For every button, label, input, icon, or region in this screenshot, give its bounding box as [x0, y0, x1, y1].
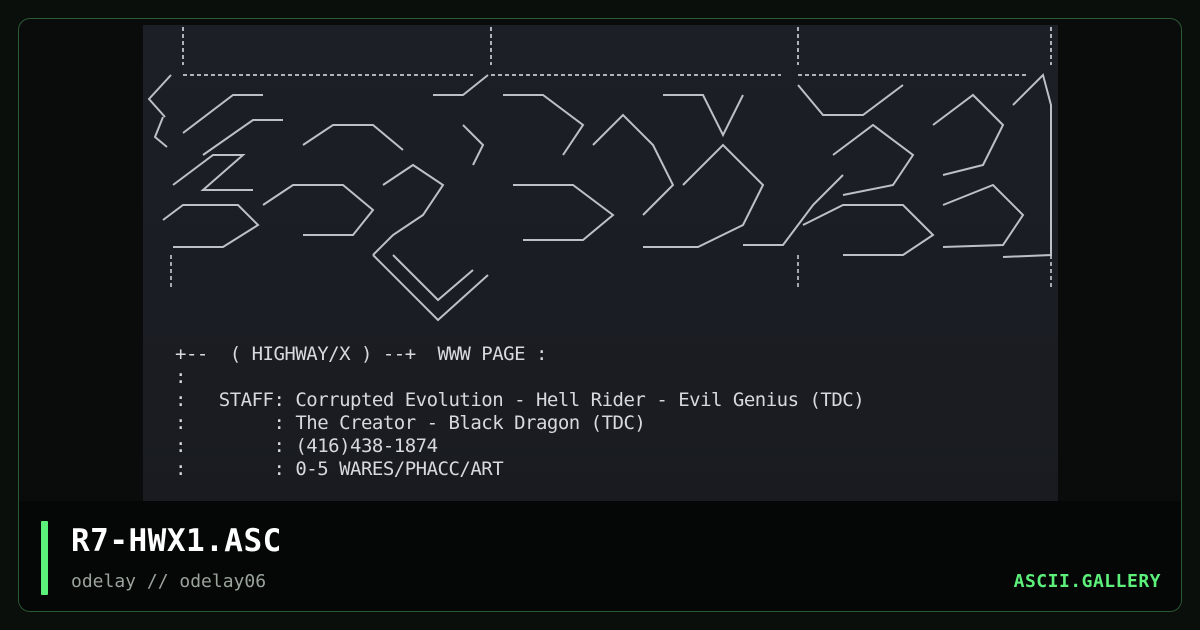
site-brand: ASCII.GALLERY: [1013, 571, 1161, 592]
ascii-logo-banner: [143, 25, 1058, 325]
card-footer: R7-HWX1.ASC odelay // odelay06 ASCII.GAL…: [19, 501, 1181, 611]
ascii-info-block: +-- ( HIGHWAY/X ) --+ WWW PAGE ::: STAFF…: [175, 343, 865, 481]
accent-bar: [41, 521, 48, 595]
ascii-line-4: : : The Creator - Black Dragon (TDC): [175, 412, 646, 434]
card-frame: +-- ( HIGHWAY/X ) --+ WWW PAGE ::: STAFF…: [18, 18, 1182, 612]
ascii-line-5: : : (416)438-1874: [175, 435, 438, 457]
ascii-line-2: :: [175, 366, 186, 388]
ascii-line-6: : : 0-5 WARES/PHACC/ART: [175, 458, 504, 480]
ascii-art-panel: +-- ( HIGHWAY/X ) --+ WWW PAGE ::: STAFF…: [143, 25, 1058, 501]
ascii-line-3: : STAFF: Corrupted Evolution - Hell Ride…: [175, 389, 865, 411]
ascii-line-1: +-- ( HIGHWAY/X ) --+ WWW PAGE :: [175, 343, 547, 365]
ascii-logo-graphic: [147, 27, 1052, 322]
author-byline: odelay // odelay06: [71, 571, 267, 592]
file-title: R7-HWX1.ASC: [71, 523, 282, 559]
